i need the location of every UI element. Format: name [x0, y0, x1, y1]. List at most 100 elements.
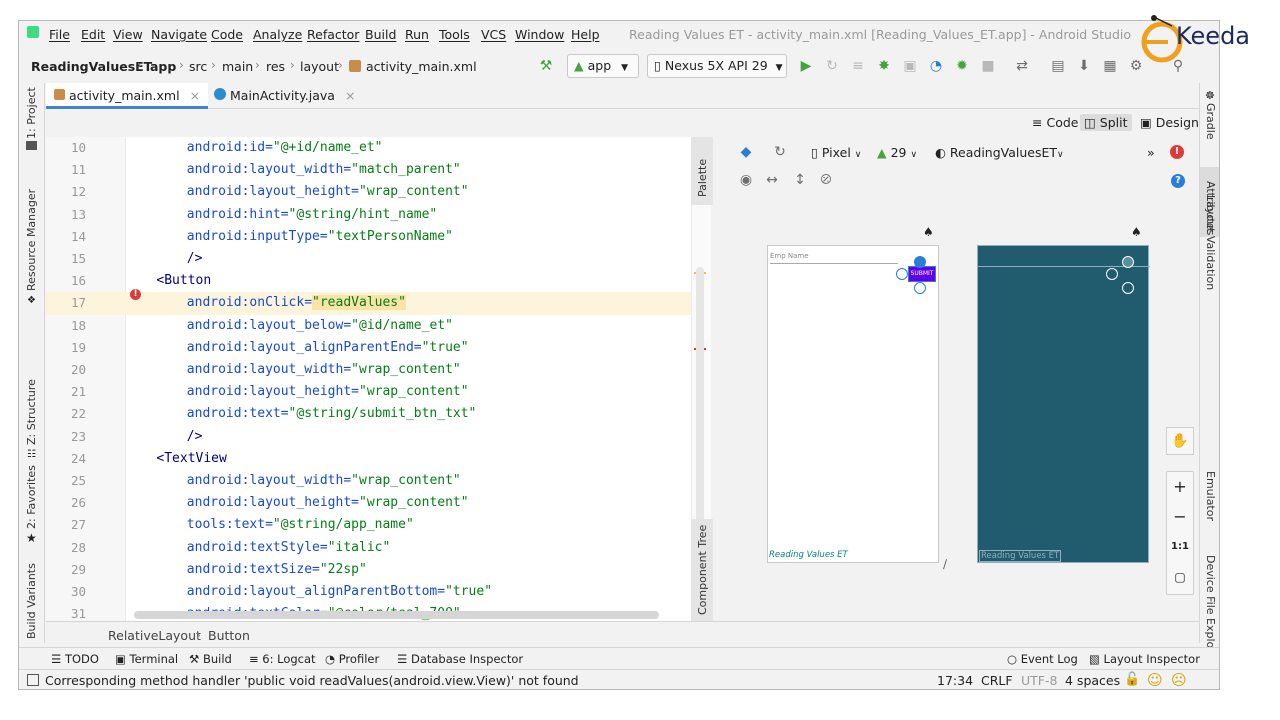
menu-refactor[interactable]: Refactor — [307, 27, 359, 42]
design-preview[interactable]: Emp Name SUBMIT Reading Values ET — [767, 245, 939, 563]
code-line[interactable]: 11 android:layout_width="match_parent" — [46, 159, 691, 181]
constraint-handle[interactable] — [1106, 268, 1118, 280]
palette-tab[interactable]: Palette — [691, 137, 713, 205]
tool-gradle[interactable]: Gradle — [1204, 103, 1217, 140]
constraint-handle[interactable] — [914, 256, 926, 268]
code-line[interactable]: 27 tools:text="@string/app_name" — [46, 514, 691, 536]
tool-resource-manager[interactable]: Resource Manager — [25, 189, 38, 291]
tool-build[interactable]: ⚒ Build — [189, 652, 232, 666]
status-toggle-icon[interactable] — [27, 674, 39, 686]
crumb-relativelayout[interactable]: RelativeLayout — [108, 628, 201, 643]
help-icon[interactable]: ? — [1171, 174, 1185, 188]
crumb-project[interactable]: ReadingValuesET — [31, 59, 152, 74]
menu-help[interactable]: Help — [571, 27, 600, 42]
code-line[interactable]: 28 android:textStyle="italic" — [46, 537, 691, 559]
code-line[interactable]: 18 android:layout_below="@id/name_et" — [46, 315, 691, 337]
horizontal-arrows-icon[interactable]: ↔ — [763, 171, 781, 189]
tool-emulator[interactable]: Emulator — [1204, 471, 1217, 521]
code-line[interactable]: 19 android:layout_alignParentEnd="true" — [46, 337, 691, 359]
horizontal-scrollbar[interactable] — [134, 611, 659, 619]
code-line[interactable]: 29 android:textSize="22sp" — [46, 559, 691, 581]
menu-window[interactable]: Window — [515, 27, 564, 42]
tool-database-inspector[interactable]: ☰ Database Inspector — [397, 652, 523, 666]
smile-icon[interactable]: ☺ — [1147, 671, 1163, 689]
theme-dropdown[interactable]: ◐ ReadingValuesET∨ — [935, 145, 1064, 160]
close-icon[interactable]: × — [190, 88, 200, 103]
tool-layout-inspector[interactable]: ▧ Layout Inspector — [1089, 652, 1200, 666]
crumb-src[interactable]: src — [189, 59, 207, 74]
constraint-handle[interactable] — [1122, 282, 1134, 294]
crumb-button[interactable]: Button — [208, 628, 250, 643]
hammer-icon[interactable]: ⚒ — [537, 57, 555, 75]
tool-profiler[interactable]: ◔ Profiler — [325, 652, 379, 666]
tool-structure[interactable]: Z: Structure — [25, 379, 38, 445]
module-selector[interactable]: ▲ app ▼ — [567, 54, 639, 78]
orientation-icon[interactable]: ↻ — [771, 143, 789, 161]
eye-icon[interactable]: ◉ — [737, 171, 755, 189]
menu-view[interactable]: View — [113, 27, 143, 42]
code-line[interactable]: 16 <Button — [46, 270, 691, 292]
tool-logcat[interactable]: ≡ 6: Logcat — [249, 652, 316, 666]
code-line[interactable]: 15 /> — [46, 248, 691, 270]
code-editor[interactable]: 10 android:id="@+id/name_et" 11 android:lay… — [46, 137, 691, 621]
tab-activity-main[interactable]: activity_main.xml × — [46, 83, 209, 109]
menu-vcs[interactable]: VCS — [481, 27, 506, 42]
indent-setting[interactable]: 4 spaces — [1065, 673, 1120, 688]
run-icon[interactable]: ▶ — [797, 57, 815, 75]
stop-icon[interactable]: ■ — [979, 57, 997, 75]
device-dropdown[interactable]: ▯ Pixel ∨ — [811, 145, 861, 160]
view-mode-split[interactable]: ◫ Split — [1080, 114, 1132, 131]
code-line[interactable]: 22 android:text="@string/submit_btn_txt" — [46, 403, 691, 425]
tab-main-activity[interactable]: MainActivity.java × — [206, 83, 363, 109]
menu-run[interactable]: Run — [405, 27, 429, 42]
device-selector[interactable]: ▯ Nexus 5X API 29 ▼ — [647, 54, 787, 78]
code-line[interactable]: 13 android:hint="@string/hint_name" — [46, 204, 691, 226]
apply-code-icon[interactable]: ≡ — [849, 57, 867, 75]
error-icon[interactable]: ! — [1170, 145, 1184, 159]
preview-submit-button[interactable]: SUBMIT — [908, 266, 936, 282]
menu-navigate[interactable]: Navigate — [151, 27, 207, 42]
code-line[interactable]: 17 android:onClick="readValues" — [46, 292, 691, 315]
layout-inspector-icon[interactable]: ▦ — [1101, 57, 1119, 75]
menu-code[interactable]: Code — [211, 27, 243, 42]
menu-analyze[interactable]: Analyze — [253, 27, 302, 42]
crumb-layout[interactable]: layout — [300, 59, 339, 74]
more-icon[interactable]: » — [1147, 145, 1155, 160]
tool-event-log[interactable]: ○ Event Log — [1007, 652, 1078, 666]
caret-position[interactable]: 17:34 — [937, 673, 973, 688]
lock-icon[interactable]: 🔓 — [1124, 672, 1140, 687]
layers-icon[interactable]: ◆ — [737, 143, 755, 161]
view-mode-design[interactable]: ▣ Design — [1136, 114, 1203, 131]
design-canvas[interactable]: ♠ ♠ Emp Name SUBMIT Reading Values ET ∕ … — [729, 195, 1199, 621]
profile-icon[interactable]: ◔ — [927, 57, 945, 75]
menu-edit[interactable]: Edit — [81, 27, 105, 42]
code-line[interactable]: 12 android:layout_height="wrap_content" — [46, 181, 691, 203]
code-line[interactable]: 21 android:layout_height="wrap_content" — [46, 381, 691, 403]
crumb-main[interactable]: main — [222, 59, 253, 74]
tool-build-variants[interactable]: Build Variants — [25, 563, 38, 639]
debug-icon[interactable]: ✸ — [875, 57, 893, 75]
sdk-manager-icon[interactable]: ⬇ — [1075, 57, 1093, 75]
line-separator[interactable]: CRLF — [981, 673, 1013, 688]
code-line[interactable]: 10 android:id="@+id/name_et" — [46, 137, 691, 159]
magnet-icon[interactable]: ⦼ — [817, 171, 835, 189]
crumb-app[interactable]: app — [150, 59, 176, 74]
view-mode-code[interactable]: ≡ Code — [1028, 114, 1082, 131]
component-tree-tab[interactable]: Component Tree — [691, 519, 713, 621]
zoom-out-icon[interactable]: − — [1167, 502, 1193, 532]
avd-manager-icon[interactable]: ▤ — [1049, 57, 1067, 75]
menu-build[interactable]: Build — [365, 27, 396, 42]
frown-icon[interactable]: ☹ — [1171, 671, 1187, 689]
pan-icon[interactable]: ✋ — [1166, 427, 1194, 455]
constraint-handle[interactable] — [896, 268, 908, 280]
vertical-arrows-icon[interactable]: ↕ — [791, 171, 809, 189]
api-dropdown[interactable]: ▲ 29 ∨ — [877, 145, 917, 160]
close-icon[interactable]: × — [345, 88, 355, 103]
resize-handle-icon[interactable]: ∕ — [943, 557, 947, 571]
attach-debugger-icon[interactable]: ✹ — [953, 57, 971, 75]
code-line[interactable]: 14 android:inputType="textPersonName" — [46, 226, 691, 248]
constraint-handle[interactable] — [914, 282, 926, 294]
code-line[interactable]: 25 android:layout_width="wrap_content" — [46, 470, 691, 492]
zoom-in-icon[interactable]: + — [1167, 472, 1193, 502]
menu-file[interactable]: File — [49, 27, 70, 42]
